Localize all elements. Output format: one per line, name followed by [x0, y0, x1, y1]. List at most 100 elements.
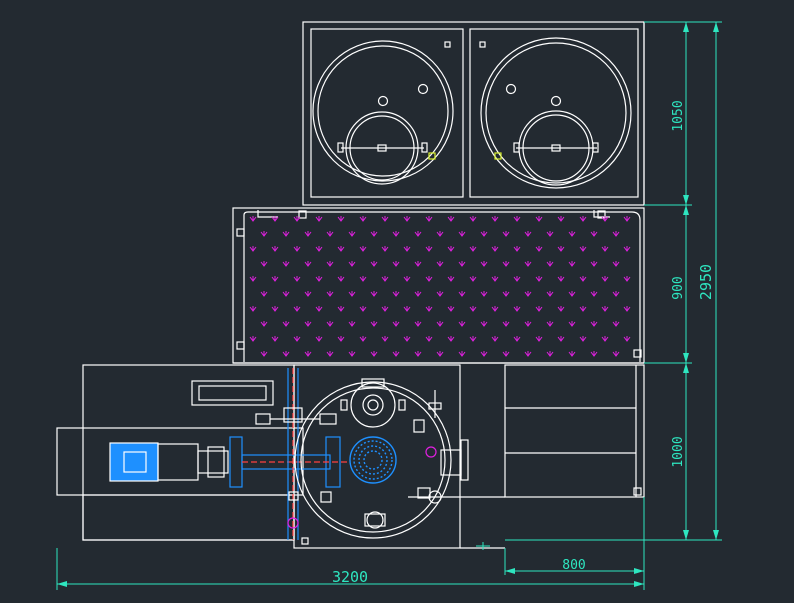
nozzle-marker: [601, 276, 609, 282]
nozzle-marker: [414, 261, 422, 267]
nozzle-marker: [370, 351, 378, 357]
nozzle-marker: [557, 246, 565, 252]
nozzle-marker: [579, 336, 587, 342]
nozzle-marker: [260, 231, 268, 237]
bottom-center-mark: [476, 542, 490, 550]
nozzle-marker: [337, 246, 345, 252]
nozzle-marker: [590, 321, 598, 327]
nozzle-marker: [326, 321, 334, 327]
nozzle-marker: [458, 261, 466, 267]
nozzle-marker: [249, 216, 257, 222]
nozzle-marker: [502, 231, 510, 237]
nozzle-marker: [304, 231, 312, 237]
nozzle-marker: [249, 276, 257, 282]
nozzle-marker: [612, 231, 620, 237]
nozzle-marker: [282, 321, 290, 327]
motor-assembly: [109, 436, 350, 488]
nozzle-marker: [469, 246, 477, 252]
nozzle-marker: [348, 321, 356, 327]
nozzle-marker: [469, 216, 477, 222]
nozzle-marker: [414, 351, 422, 357]
nozzle-marker: [326, 351, 334, 357]
nozzle-marker: [282, 231, 290, 237]
nozzle-marker: [535, 216, 543, 222]
nozzle-marker: [403, 336, 411, 342]
nozzle-marker: [612, 321, 620, 327]
nozzle-marker: [359, 276, 367, 282]
nozzle-marker: [425, 336, 433, 342]
nozzle-marker: [590, 231, 598, 237]
nozzle-marker: [469, 336, 477, 342]
nozzle-marker: [502, 291, 510, 297]
nozzle-marker: [568, 291, 576, 297]
nozzle-marker: [535, 246, 543, 252]
nozzle-marker: [326, 261, 334, 267]
vertical-shaft: [255, 368, 337, 545]
nozzle-marker: [282, 291, 290, 297]
nozzle-marker: [304, 321, 312, 327]
nozzle-marker: [249, 336, 257, 342]
nozzle-marker: [568, 261, 576, 267]
tank-fittings: [428, 152, 502, 160]
nozzle-marker: [304, 351, 312, 357]
nozzle-marker: [359, 336, 367, 342]
nozzle-marker: [414, 321, 422, 327]
nozzle-marker: [601, 246, 609, 252]
nozzle-marker: [392, 231, 400, 237]
nozzle-marker: [480, 261, 488, 267]
nozzle-marker: [590, 351, 598, 357]
nozzle-marker: [546, 351, 554, 357]
left-tank: [312, 40, 454, 185]
dim-seg-bottom: 1000: [671, 436, 686, 467]
nozzle-marker: [392, 351, 400, 357]
nozzle-marker: [612, 291, 620, 297]
nozzle-marker: [271, 336, 279, 342]
nozzle-marker: [326, 231, 334, 237]
nozzle-marker: [381, 276, 389, 282]
nozzle-marker: [315, 336, 323, 342]
nozzle-marker: [513, 276, 521, 282]
nozzle-marker: [392, 261, 400, 267]
nozzle-marker: [524, 321, 532, 327]
nozzle-marker: [469, 306, 477, 312]
nozzle-marker: [315, 216, 323, 222]
nozzle-marker: [458, 351, 466, 357]
nozzle-marker: [304, 291, 312, 297]
nozzle-marker: [579, 246, 587, 252]
nozzle-marker: [293, 336, 301, 342]
nozzle-marker: [491, 276, 499, 282]
nozzle-marker: [282, 351, 290, 357]
nozzle-marker: [623, 246, 631, 252]
nozzle-marker: [524, 291, 532, 297]
nozzle-marker: [469, 276, 477, 282]
nozzle-marker: [491, 306, 499, 312]
nozzle-marker: [491, 336, 499, 342]
nozzle-marker: [425, 216, 433, 222]
nozzle-marker: [348, 261, 356, 267]
nozzle-marker: [535, 336, 543, 342]
nozzle-marker: [392, 291, 400, 297]
nozzle-marker: [425, 276, 433, 282]
nozzle-marker: [249, 306, 257, 312]
nozzle-marker: [546, 261, 554, 267]
nozzle-marker: [623, 336, 631, 342]
nozzle-marker: [337, 276, 345, 282]
dim-right-width: 800: [562, 558, 585, 573]
nozzle-marker: [502, 261, 510, 267]
nozzle-marker: [337, 216, 345, 222]
nozzle-marker: [579, 276, 587, 282]
nozzle-marker: [271, 276, 279, 282]
nozzle-marker: [282, 261, 290, 267]
nozzle-marker: [337, 306, 345, 312]
dim-total-width: 3200: [332, 568, 368, 586]
filter-disc: [349, 436, 397, 484]
nozzle-marker: [458, 291, 466, 297]
nozzle-marker: [601, 306, 609, 312]
nozzle-marker: [480, 351, 488, 357]
nozzle-marker: [315, 246, 323, 252]
nozzle-marker: [260, 351, 268, 357]
nozzle-marker: [315, 276, 323, 282]
nozzle-marker: [491, 216, 499, 222]
nozzle-marker: [568, 231, 576, 237]
nozzle-marker: [293, 276, 301, 282]
